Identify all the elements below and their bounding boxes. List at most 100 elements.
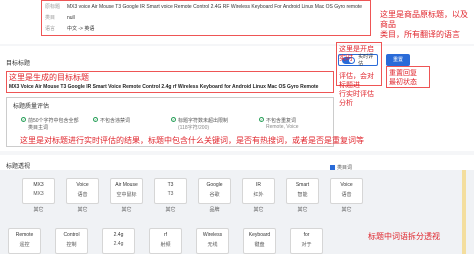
check-icon: ✓ xyxy=(21,117,26,122)
info-value: 中文 -> 英语 xyxy=(67,26,95,32)
token-cn: MX3 xyxy=(33,191,44,197)
token-card[interactable]: Smart 智能 xyxy=(286,178,319,204)
token-en: Voice xyxy=(76,182,89,188)
eval-item-text: 前50个字符中包含全部类目主词 xyxy=(28,118,79,131)
token-en: T3 xyxy=(167,182,174,188)
info-key: 类目 xyxy=(45,15,56,21)
info-key: 语言 xyxy=(45,26,56,32)
token-card[interactable]: MX3 MX3 xyxy=(22,178,55,204)
eval-item: ✓ 不包含重复词 Remote, Voice xyxy=(259,117,315,131)
token-card[interactable]: 2.4g 2.4g xyxy=(102,228,135,254)
token-card[interactable]: for 对于 xyxy=(290,228,323,254)
reset-button[interactable]: 重置 xyxy=(386,54,410,66)
eval-item-sub: Remote, Voice xyxy=(266,124,299,130)
token-column: Google 谷歌 品牌 xyxy=(198,178,231,213)
token-column: T3 T3 其它 xyxy=(154,178,187,213)
token-tag: 品牌 xyxy=(209,207,220,213)
token-column: Voice 语音 其它 xyxy=(330,178,363,213)
perspective-section-label: 标题透视 xyxy=(6,164,31,170)
eval-item-text: 标题字符数未超出限制 xyxy=(178,118,229,124)
annotation-line: 行实时评估分析 xyxy=(339,91,374,107)
token-tag: 其它 xyxy=(33,207,44,213)
annotation-source-info: 这里是商品原标题，以及商品 类目，所有翻译的语言 xyxy=(380,10,474,40)
title-section-label: 目标标题 xyxy=(6,61,31,67)
token-cn: 语音 xyxy=(341,192,352,198)
check-icon: ✓ xyxy=(259,117,264,122)
eval-item: ✓ 不包含违禁词 xyxy=(93,117,159,131)
token-tag: 其它 xyxy=(253,207,264,213)
token-card[interactable]: Voice 语音 xyxy=(66,178,99,204)
token-tag: 其它 xyxy=(341,207,352,213)
token-en: MX3 xyxy=(33,182,44,188)
token-tag: 其它 xyxy=(165,207,176,213)
token-cn: 2.4g xyxy=(113,241,124,247)
annotation-line: 类目，所有翻译的语言 xyxy=(380,30,460,39)
token-en: Keyboard xyxy=(248,232,271,238)
token-column: Air Mouse 空中鼠标 其它 xyxy=(110,178,143,213)
annotation-line: 这里是商品原标题，以及商品 xyxy=(380,10,468,29)
token-card[interactable]: T3 T3 xyxy=(154,178,187,204)
eval-item-text: 不包含重复词 xyxy=(266,118,297,124)
target-title-box: 这里是生成的目标标题 MX3 Voice Air Mouse T3 Google… xyxy=(6,71,334,93)
token-card[interactable]: IR 红外 xyxy=(242,178,275,204)
token-cn: 空中鼠标 xyxy=(116,192,137,198)
annotation-title-generated: 这里是生成的目标标题 xyxy=(9,73,89,82)
token-card[interactable]: Air Mouse 空中鼠标 xyxy=(110,178,143,204)
token-cn: 射频 xyxy=(160,242,171,248)
token-cn: 智能 xyxy=(297,192,308,198)
info-key: 原标题 xyxy=(45,4,61,10)
token-card[interactable]: Wireless 无线 xyxy=(196,228,229,254)
token-card[interactable]: Google 谷歌 xyxy=(198,178,231,204)
info-row-language: 语言 中文 -> 英语 xyxy=(45,23,370,34)
eval-item-sub: (118字符/200) xyxy=(178,125,210,131)
token-row-2: Remote 遥控 Control 控制 2.4g 2.4g rf 射频 Wireles… xyxy=(8,228,323,254)
token-card[interactable]: Control 控制 xyxy=(55,228,88,254)
token-en: Air Mouse xyxy=(115,182,138,188)
token-cn: T3 xyxy=(167,191,174,197)
token-card[interactable]: Voice 语音 xyxy=(330,178,363,204)
annotation-line: 这里是开启实时 xyxy=(339,46,374,62)
eval-item: ✓ 前50个字符中包含全部类目主词 xyxy=(21,117,81,131)
token-cn: 对于 xyxy=(301,242,312,248)
token-en: Google xyxy=(206,182,223,188)
target-title-text[interactable]: MX3 Voice Air Mouse T3 Google IR Smart V… xyxy=(9,84,333,90)
token-cn: 控制 xyxy=(66,242,77,248)
token-column: IR 红外 其它 xyxy=(242,178,275,213)
divider xyxy=(0,151,474,155)
annotation-split-view: 标题中词语拆分透视 xyxy=(368,232,440,241)
annotation-eval-result: 这里是对标题进行实时评估的结果，标题中包含什么关键词，是否有热搜词，或者是否是重… xyxy=(20,136,364,145)
token-en: Control xyxy=(63,232,80,238)
token-tag: 其它 xyxy=(77,207,88,213)
check-icon: ✓ xyxy=(93,117,98,122)
info-row-category: 类目 null xyxy=(45,12,370,23)
check-icon: ✓ xyxy=(171,117,176,122)
token-en: Wireless xyxy=(202,232,223,238)
annotation-line: 重置回复 xyxy=(389,70,417,77)
token-cn: 遥控 xyxy=(19,242,30,248)
info-value: null xyxy=(67,14,75,21)
token-card[interactable]: Remote 遥控 xyxy=(8,228,41,254)
token-en: Smart xyxy=(295,182,310,188)
token-en: rf xyxy=(163,232,168,238)
scrollbar[interactable] xyxy=(462,170,466,254)
token-tag: 其它 xyxy=(297,207,308,213)
eval-items: ✓ 前50个字符中包含全部类目主词 ✓ 不包含违禁词 ✓ 标题字符数未超出限制 … xyxy=(21,117,333,131)
token-column: Smart 智能 其它 xyxy=(286,178,319,213)
token-en: for xyxy=(303,232,310,238)
annotation-line: 最初状态 xyxy=(389,79,417,86)
info-row-title: 原标题 MX3 voice Air Mouse T3 Google IR Sma… xyxy=(45,1,370,12)
token-card[interactable]: rf 射频 xyxy=(149,228,182,254)
eval-item-text: 不包含违禁词 xyxy=(100,118,131,124)
token-en: Voice xyxy=(340,182,353,188)
eval-section-label: 标题质量评估 xyxy=(13,104,50,110)
token-en: Remote xyxy=(15,232,34,238)
token-en: IR xyxy=(256,182,261,188)
token-cn: 无线 xyxy=(207,242,218,248)
annotation-line: 评估，会对标题进 xyxy=(339,73,374,89)
token-card[interactable]: Keyboard 键盘 xyxy=(243,228,276,254)
eval-item: ✓ 标题字符数未超出限制 (118字符/200) xyxy=(171,117,247,131)
info-value: MX3 voice Air Mouse T3 Google IR Smart v… xyxy=(67,3,363,10)
annotation-regenerate: 重置回复 最初状态 xyxy=(386,66,430,88)
annotation-realtime: 这里是开启实时 评估，会对标题进 行实时评估分析 xyxy=(336,42,382,107)
token-tag: 其它 xyxy=(121,207,132,213)
